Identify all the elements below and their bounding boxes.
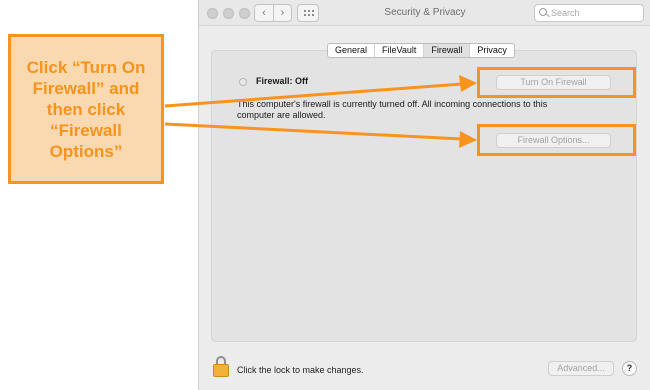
screenshot: ‹ › Security & Privacy General FileVault… (0, 0, 650, 390)
preferences-window: ‹ › Security & Privacy General FileVault… (198, 0, 650, 390)
firewall-status-label: Firewall: Off (256, 76, 309, 86)
help-button[interactable]: ? (622, 361, 637, 376)
close-window-button[interactable] (207, 8, 218, 19)
back-button[interactable]: ‹ (255, 5, 273, 21)
firewall-description: This computer's firewall is currently tu… (237, 99, 548, 120)
forward-button[interactable]: › (273, 5, 291, 21)
search-icon (539, 8, 547, 16)
lock-instruction: Click the lock to make changes. (237, 365, 364, 375)
tab-filevault[interactable]: FileVault (374, 44, 423, 57)
advanced-button[interactable]: Advanced... (548, 361, 614, 376)
search-field (534, 4, 644, 22)
show-all-grid-icon[interactable] (297, 4, 319, 22)
instruction-callout: Click “Turn On Firewall” and then click … (8, 34, 164, 184)
search-input[interactable] (551, 6, 639, 20)
tab-privacy[interactable]: Privacy (469, 44, 514, 57)
navigation-buttons: ‹ › (254, 4, 292, 22)
lock-icon[interactable] (213, 356, 229, 378)
zoom-window-button[interactable] (239, 8, 250, 19)
tab-firewall[interactable]: Firewall (423, 44, 470, 57)
title-bar: ‹ › Security & Privacy (199, 0, 650, 26)
firewall-status-indicator (239, 78, 247, 86)
highlight-firewall-options (477, 124, 636, 156)
highlight-turn-on-firewall (477, 67, 636, 98)
instruction-text: Click “Turn On Firewall” and then click … (26, 57, 146, 161)
minimize-window-button[interactable] (223, 8, 234, 19)
tab-bar: General FileVault Firewall Privacy (327, 43, 515, 58)
tab-general[interactable]: General (328, 44, 374, 57)
